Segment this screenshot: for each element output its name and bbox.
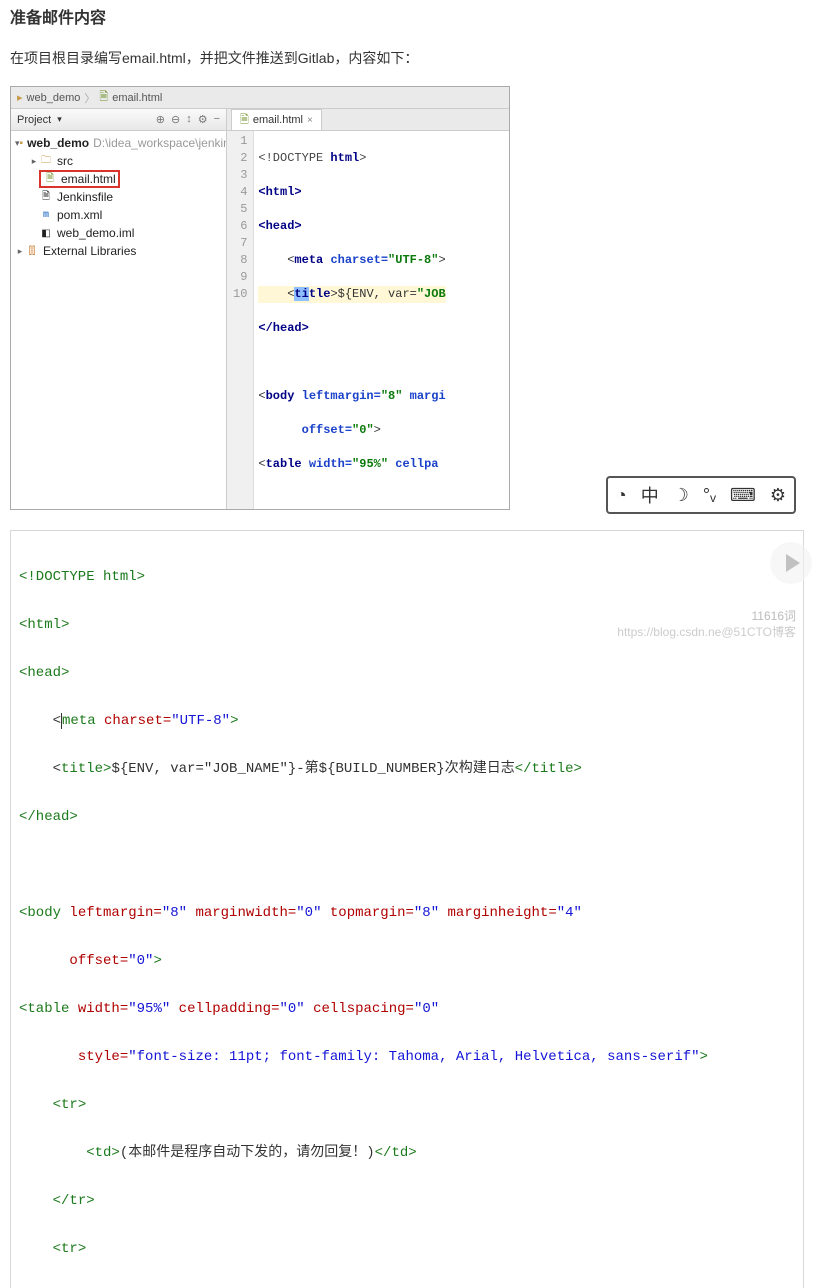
tree-label: email.html bbox=[61, 172, 116, 186]
project-panel-label[interactable]: Project bbox=[17, 114, 51, 126]
dropdown-icon[interactable]: ▾ bbox=[57, 114, 62, 125]
settings-icon[interactable]: ⚙ bbox=[198, 113, 208, 126]
tree-label: src bbox=[57, 154, 73, 168]
file-icon: 🗎 bbox=[99, 88, 108, 107]
code-editor[interactable]: 12345678910 <!DOCTYPE html> <html> <head… bbox=[227, 131, 509, 509]
tree-path: D:\idea_workspace\jenkins bbox=[93, 136, 226, 150]
tab-label: email.html bbox=[253, 114, 303, 126]
project-panel: Project ▾ ⊕ ⊖ ↕ ⚙ − ▾ ▪ web_demo D:\idea… bbox=[11, 109, 227, 509]
project-toolbar: Project ▾ ⊕ ⊖ ↕ ⚙ − bbox=[11, 109, 226, 131]
floating-toolbar[interactable]: ◔ 中 ☽ °ᵥ ⌨ ⚙ bbox=[606, 476, 796, 514]
tree-file-iml[interactable]: ◧ web_demo.iml bbox=[11, 224, 226, 242]
tree-file-pom[interactable]: m pom.xml bbox=[11, 206, 226, 224]
folder-icon: ▸ bbox=[17, 91, 23, 104]
tree-root[interactable]: ▾ ▪ web_demo D:\idea_workspace\jenkins bbox=[11, 134, 226, 152]
gauge-icon[interactable]: ◔ bbox=[616, 485, 627, 506]
tree-file-jenkinsfile[interactable]: 🗎 Jenkinsfile bbox=[11, 188, 226, 206]
code-content[interactable]: <!DOCTYPE html> <html> <head> <meta char… bbox=[254, 131, 449, 509]
module-icon: ▪ bbox=[20, 136, 24, 150]
tree-file-email[interactable]: 🗎 email.html bbox=[11, 170, 226, 188]
close-icon[interactable]: × bbox=[307, 115, 313, 126]
editor-tabbar: 🗎 email.html × bbox=[227, 109, 509, 131]
tree-label: pom.xml bbox=[57, 208, 102, 222]
word-count: 11616词 bbox=[752, 607, 796, 624]
section-description: 在项目根目录编写email.html，并把文件推送到Gitlab，内容如下： bbox=[0, 32, 814, 86]
gear-icon[interactable]: ⚙ bbox=[770, 485, 786, 506]
line-gutter: 12345678910 bbox=[227, 131, 254, 509]
tree-label: External Libraries bbox=[43, 244, 136, 258]
breadcrumb-file[interactable]: email.html bbox=[112, 92, 162, 104]
folder-icon: 🗀 bbox=[39, 154, 53, 168]
tree-folder-src[interactable]: ▸ 🗀 src bbox=[11, 152, 226, 170]
watermark: https://blog.csdn.ne@51CTO博客 bbox=[617, 623, 796, 640]
tree-label: Jenkinsfile bbox=[57, 190, 113, 204]
ide-screenshot: ▸ web_demo 〉 🗎 email.html Project ▾ ⊕ ⊖ … bbox=[10, 86, 510, 510]
keyboard-icon[interactable]: ⌨ bbox=[730, 485, 756, 506]
breadcrumb: ▸ web_demo 〉 🗎 email.html bbox=[11, 87, 509, 109]
section-title: 准备邮件内容 bbox=[0, 0, 814, 32]
highlighted-file: 🗎 email.html bbox=[39, 170, 120, 188]
html-file-icon: 🗎 bbox=[43, 172, 57, 186]
library-icon: ⫿⫿ bbox=[25, 244, 39, 258]
breadcrumb-project[interactable]: web_demo bbox=[27, 92, 81, 104]
play-button[interactable] bbox=[770, 542, 812, 584]
collapse-icon[interactable]: ⊕ bbox=[156, 113, 165, 126]
tree-external-libs[interactable]: ▸ ⫿⫿ External Libraries bbox=[11, 242, 226, 260]
temperature-icon[interactable]: °ᵥ bbox=[703, 485, 716, 506]
expand-icon[interactable]: ▸ bbox=[15, 246, 25, 257]
chevron-right-icon: 〉 bbox=[84, 90, 95, 106]
expand-icon[interactable]: ▸ bbox=[29, 156, 39, 167]
tree-label: web_demo bbox=[27, 136, 89, 150]
hide-icon[interactable]: − bbox=[214, 113, 220, 126]
locate-icon[interactable]: ⊖ bbox=[171, 113, 180, 126]
expand-icon[interactable]: ↕ bbox=[186, 113, 192, 126]
maven-icon: m bbox=[39, 208, 53, 222]
project-tree[interactable]: ▾ ▪ web_demo D:\idea_workspace\jenkins ▸… bbox=[11, 131, 226, 263]
html-file-icon: 🗎 bbox=[240, 111, 249, 130]
moon-icon[interactable]: ☽ bbox=[673, 485, 689, 506]
editor-tab[interactable]: 🗎 email.html × bbox=[231, 109, 322, 130]
tree-label: web_demo.iml bbox=[57, 226, 134, 240]
file-icon: ◧ bbox=[39, 226, 53, 240]
ime-icon[interactable]: 中 bbox=[641, 482, 659, 508]
file-icon: 🗎 bbox=[39, 190, 53, 204]
